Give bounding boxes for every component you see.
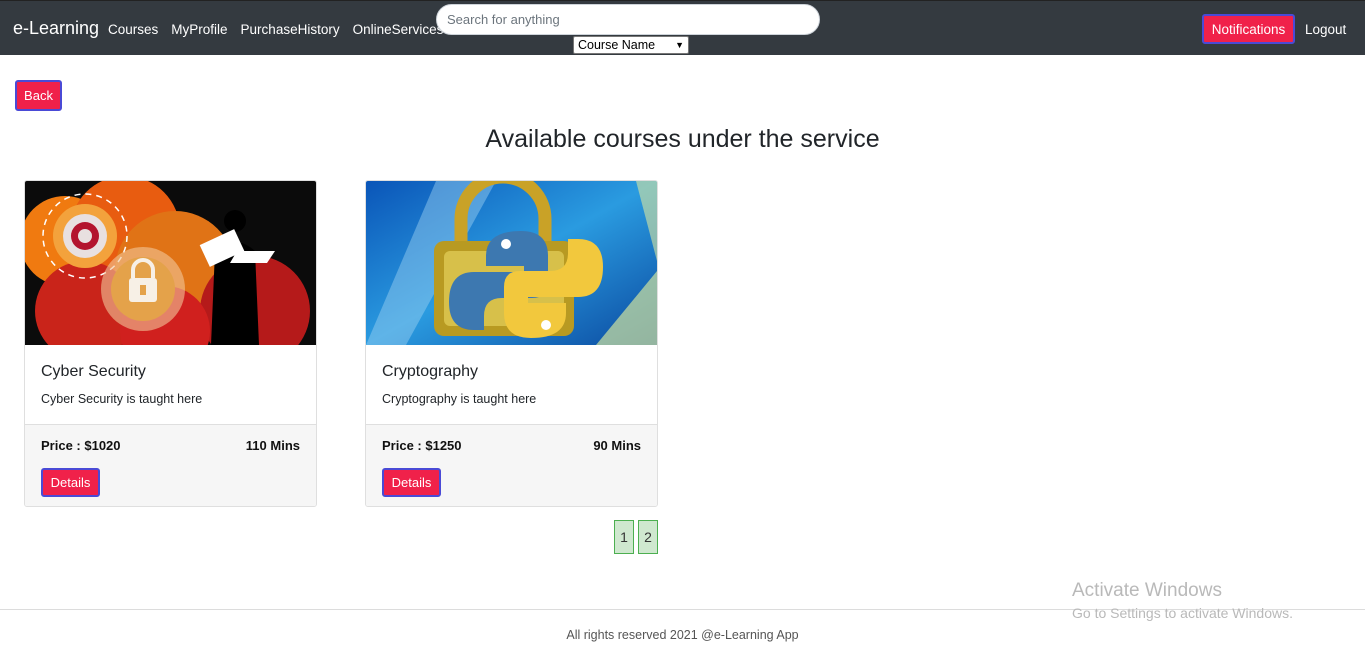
course-price: Price : $1020 — [41, 438, 121, 453]
notifications-button[interactable]: Notifications — [1202, 14, 1295, 44]
search-input[interactable] — [436, 4, 820, 35]
course-price: Price : $1250 — [382, 438, 462, 453]
pagination: 1 2 — [614, 520, 658, 554]
course-duration: 90 Mins — [593, 438, 641, 453]
top-navbar: e-Learning Courses MyProfile PurchaseHis… — [0, 0, 1365, 55]
nav-link-myprofile[interactable]: MyProfile — [171, 22, 227, 37]
course-title: Cyber Security — [41, 363, 146, 380]
search-filter-selected: Course Name — [578, 38, 656, 52]
activate-windows-watermark-title: Activate Windows — [1072, 580, 1222, 601]
details-button[interactable]: Details — [41, 468, 100, 497]
details-button[interactable]: Details — [382, 468, 441, 497]
course-duration: 110 Mins — [245, 438, 300, 453]
course-card-footer: Price : $1020 110 Mins Details — [25, 424, 316, 506]
logout-link[interactable]: Logout — [1305, 22, 1346, 37]
nav-link-courses[interactable]: Courses — [108, 22, 158, 37]
cyber-security-lock-image — [25, 181, 316, 345]
course-description: Cyber Security is taught here — [41, 392, 203, 406]
course-card: Cyber Security Cyber Security is taught … — [24, 180, 317, 507]
chevron-down-icon: ▼ — [675, 40, 684, 50]
nav-link-onlineservices[interactable]: OnlineServices — [353, 22, 444, 37]
page-title: Available courses under the service — [485, 125, 880, 153]
nav-link-purchasehistory[interactable]: PurchaseHistory — [241, 22, 340, 37]
search-filter-select[interactable]: Course Name ▼ — [573, 36, 689, 54]
course-card: Cryptography Cryptography is taught here… — [365, 180, 658, 507]
course-description: Cryptography is taught here — [382, 392, 537, 406]
course-card-body: Cyber Security Cyber Security is taught … — [25, 345, 316, 425]
brand-logo[interactable]: e-Learning — [13, 18, 99, 39]
course-card-footer: Price : $1250 90 Mins Details — [366, 424, 657, 506]
page-button-1[interactable]: 1 — [614, 520, 634, 554]
nav-links: Courses MyProfile PurchaseHistory Online… — [108, 22, 443, 37]
footer-text: All rights reserved 2021 @e-Learning App — [566, 628, 799, 642]
course-title: Cryptography — [382, 363, 479, 380]
back-button[interactable]: Back — [15, 80, 62, 111]
activate-windows-watermark-text: Go to Settings to activate Windows. — [1072, 605, 1293, 621]
padlock-python-image — [366, 181, 657, 345]
course-card-body: Cryptography Cryptography is taught here — [366, 345, 657, 425]
search-wrapper — [436, 4, 820, 35]
page-button-2[interactable]: 2 — [638, 520, 658, 554]
